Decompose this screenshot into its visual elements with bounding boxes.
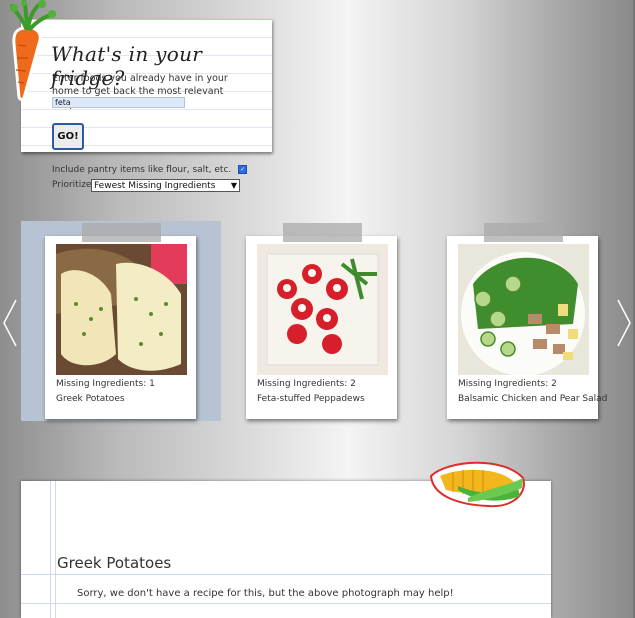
detail-message: Sorry, we don't have a recipe for this, … [77, 588, 454, 599]
chevron-down-icon: ▼ [230, 181, 237, 190]
prioritize-label: Prioritize: [52, 180, 95, 190]
tape [283, 223, 362, 242]
prioritize-select[interactable]: Fewest Missing Ingredients ▼ [91, 179, 240, 192]
detail-title: Greek Potatoes [57, 554, 172, 572]
recipe-photo [458, 244, 589, 375]
margin-line [50, 481, 51, 618]
tape [484, 223, 563, 242]
ruled-line [21, 574, 551, 575]
tape [82, 223, 161, 242]
pantry-option: Include pantry items like flour, salt, e… [52, 165, 248, 175]
recipe-name: Feta-stuffed Peppadews [257, 394, 365, 404]
recipe-card[interactable]: Missing Ingredients: 2 Balsamic Chicken … [447, 223, 607, 419]
recipe-card[interactable]: Missing Ingredients: 1 Greek Potatoes [45, 223, 196, 419]
missing-ingredients: Missing Ingredients: 2 [257, 379, 356, 389]
recipe-name: Balsamic Chicken and Pear Salad [458, 394, 608, 404]
recipe-photo [257, 244, 388, 375]
chevron-left-icon[interactable] [2, 298, 18, 348]
missing-ingredients: Missing Ingredients: 2 [458, 379, 557, 389]
food-input[interactable] [52, 97, 185, 108]
margin-line [55, 481, 56, 618]
chevron-right-icon[interactable] [616, 298, 632, 348]
ruled-line [21, 603, 551, 604]
recipe-photo [56, 244, 187, 375]
missing-ingredients: Missing Ingredients: 1 [56, 379, 155, 389]
carrot-icon [10, 0, 56, 101]
corn-icon [429, 461, 525, 508]
recipe-card[interactable]: Missing Ingredients: 2 Feta-stuffed Pepp… [246, 223, 397, 419]
prioritize-value: Fewest Missing Ingredients [94, 181, 216, 191]
pantry-checkbox[interactable]: ✓ [238, 165, 248, 174]
go-button[interactable]: GO! [52, 123, 84, 150]
pantry-label: Include pantry items like flour, salt, e… [52, 165, 232, 175]
recipe-name: Greek Potatoes [56, 394, 125, 404]
